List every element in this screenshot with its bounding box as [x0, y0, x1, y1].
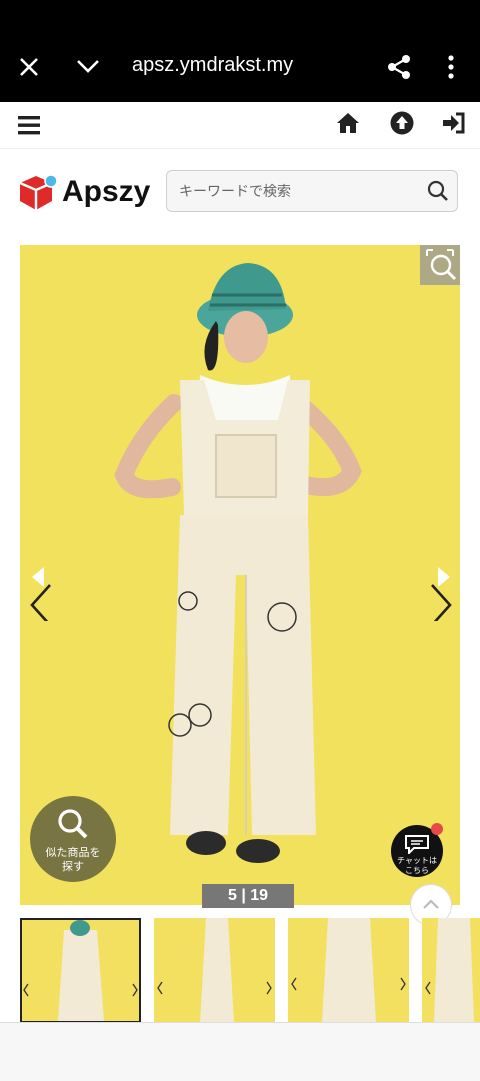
site-navbar — [0, 102, 480, 149]
apszy-logo-icon[interactable] — [18, 174, 58, 212]
thumbnail-photo — [23, 920, 138, 1021]
home-icon[interactable] — [336, 112, 360, 134]
chat-label-line2: こちら — [405, 866, 429, 875]
next-image-arrow-icon[interactable] — [424, 555, 458, 621]
thumbnail-1[interactable] — [20, 918, 141, 1023]
chevron-down-icon[interactable] — [76, 58, 100, 74]
thumbnail-photo — [291, 918, 406, 1023]
thumbnail-photo — [157, 918, 272, 1023]
find-similar-label-line2: 探す — [62, 860, 84, 873]
thumbnail-strip — [20, 918, 480, 1023]
thumbnail-3[interactable] — [288, 918, 409, 1023]
find-similar-button[interactable]: 似た商品を 探す — [30, 796, 116, 882]
chat-notification-badge — [431, 823, 443, 835]
thumbnail-4[interactable] — [422, 918, 480, 1023]
thumbnail-2[interactable] — [154, 918, 275, 1023]
bottom-bar — [0, 1022, 480, 1081]
hamburger-menu-icon[interactable] — [18, 115, 40, 135]
image-counter: 5 | 19 — [202, 884, 294, 908]
search-input[interactable] — [177, 179, 421, 205]
chat-bubble-icon — [405, 835, 429, 854]
previous-image-arrow-icon[interactable] — [24, 555, 58, 621]
counter-separator: | — [241, 887, 251, 904]
close-icon[interactable] — [18, 56, 40, 78]
browser-toolbar: apsz.ymdrakst.my — [0, 0, 480, 102]
brand-logo-text[interactable]: Apszy — [62, 175, 150, 209]
url-text[interactable]: apsz.ymdrakst.my — [132, 54, 293, 77]
search-icon[interactable] — [427, 180, 449, 202]
thumbnail-photo — [425, 918, 474, 1023]
chevron-up-icon — [423, 899, 439, 909]
image-index: 5 — [227, 887, 237, 904]
more-vertical-icon[interactable] — [446, 55, 456, 79]
image-total: 19 — [250, 887, 269, 904]
upload-icon[interactable] — [390, 111, 414, 135]
zoom-expand-icon[interactable] — [420, 245, 460, 285]
share-icon[interactable] — [386, 54, 412, 80]
login-icon[interactable] — [442, 112, 466, 134]
search-icon — [58, 809, 88, 839]
search-box — [166, 170, 458, 212]
